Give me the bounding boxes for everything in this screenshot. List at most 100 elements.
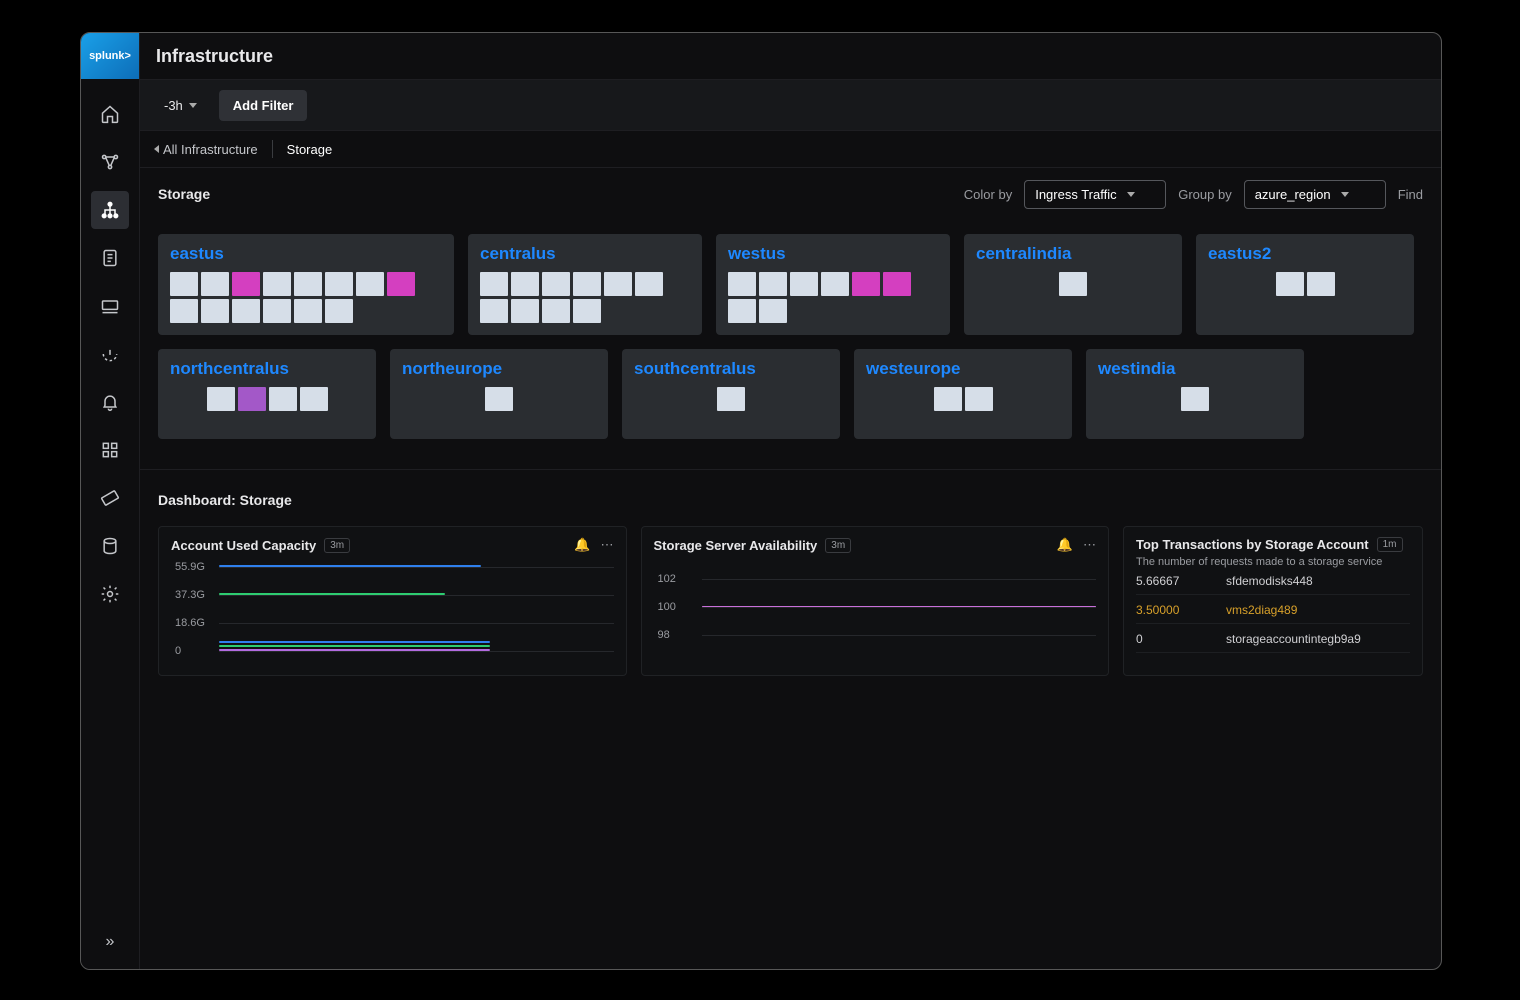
storage-cell[interactable] (232, 272, 260, 296)
nav-infrastructure[interactable] (91, 191, 129, 229)
nav-doc[interactable] (91, 239, 129, 277)
color-by-select[interactable]: Ingress Traffic (1024, 180, 1166, 209)
storage-cell[interactable] (356, 272, 384, 296)
region-cells (634, 387, 828, 411)
region-title[interactable]: westindia (1098, 359, 1292, 379)
storage-cell[interactable] (325, 272, 353, 296)
storage-cell[interactable] (1059, 272, 1087, 296)
storage-cell[interactable] (821, 272, 849, 296)
nav-server[interactable] (91, 287, 129, 325)
storage-cell[interactable] (1276, 272, 1304, 296)
time-range-picker[interactable]: -3h (154, 92, 207, 119)
nav-alert[interactable] (91, 335, 129, 373)
capacity-chart[interactable]: 55.9G 37.3G 18.6G 0 (171, 561, 614, 661)
region-card-centralus[interactable]: centralus (468, 234, 702, 335)
more-icon[interactable]: ⋯ (1083, 537, 1096, 553)
region-title[interactable]: northcentralus (170, 359, 364, 379)
region-title[interactable]: southcentralus (634, 359, 828, 379)
storage-cell[interactable] (717, 387, 745, 411)
find-button[interactable]: Find (1398, 187, 1423, 202)
storage-cell[interactable] (387, 272, 415, 296)
storage-cell[interactable] (1181, 387, 1209, 411)
storage-cell[interactable] (201, 272, 229, 296)
nav-home[interactable] (91, 95, 129, 133)
availability-chart[interactable]: 102 100 98 (654, 561, 1097, 661)
storage-cell[interactable] (542, 272, 570, 296)
storage-cell[interactable] (170, 299, 198, 323)
storage-cell[interactable] (269, 387, 297, 411)
add-filter-button[interactable]: Add Filter (219, 90, 308, 121)
storage-cell[interactable] (201, 299, 229, 323)
storage-cell[interactable] (934, 387, 962, 411)
storage-cell[interactable] (759, 272, 787, 296)
transaction-row[interactable]: 3.50000vms2diag489 (1136, 603, 1410, 624)
storage-cell[interactable] (300, 387, 328, 411)
storage-cell[interactable] (573, 272, 601, 296)
storage-cell[interactable] (604, 272, 632, 296)
region-title[interactable]: eastus2 (1208, 244, 1402, 264)
region-card-eastus2[interactable]: eastus2 (1196, 234, 1414, 335)
storage-cell[interactable] (728, 299, 756, 323)
region-card-westindia[interactable]: westindia (1086, 349, 1304, 439)
storage-cell[interactable] (511, 299, 539, 323)
region-title[interactable]: westus (728, 244, 938, 264)
region-card-northeurope[interactable]: northeurope (390, 349, 608, 439)
storage-cell[interactable] (170, 272, 198, 296)
storage-cell[interactable] (480, 272, 508, 296)
storage-cell[interactable] (1307, 272, 1335, 296)
storage-cell[interactable] (207, 387, 235, 411)
storage-cell[interactable] (759, 299, 787, 323)
region-card-eastus[interactable]: eastus (158, 234, 454, 335)
nav-grid[interactable] (91, 431, 129, 469)
breadcrumb-back[interactable]: All Infrastructure (154, 142, 258, 157)
transaction-row[interactable]: 5.66667sfdemodisks448 (1136, 574, 1410, 595)
storage-cell[interactable] (294, 272, 322, 296)
storage-cell[interactable] (485, 387, 513, 411)
region-card-westeurope[interactable]: westeurope (854, 349, 1072, 439)
region-title[interactable]: westeurope (866, 359, 1060, 379)
region-card-centralindia[interactable]: centralindia (964, 234, 1182, 335)
more-icon[interactable]: ⋯ (601, 537, 614, 553)
storage-cell[interactable] (294, 299, 322, 323)
storage-cell[interactable] (852, 272, 880, 296)
region-card-southcentralus[interactable]: southcentralus (622, 349, 840, 439)
nav-ruler[interactable] (91, 479, 129, 517)
region-title[interactable]: northeurope (402, 359, 596, 379)
region-title[interactable]: centralus (480, 244, 690, 264)
storage-cell[interactable] (965, 387, 993, 411)
region-title[interactable]: eastus (170, 244, 442, 264)
nav-graph[interactable] (91, 143, 129, 181)
storage-cell[interactable] (573, 299, 601, 323)
storage-cell[interactable] (728, 272, 756, 296)
nav-db[interactable] (91, 527, 129, 565)
interval-badge: 3m (825, 538, 851, 553)
storage-cell[interactable] (232, 299, 260, 323)
storage-cell[interactable] (542, 299, 570, 323)
region-card-northcentralus[interactable]: northcentralus (158, 349, 376, 439)
storage-cell[interactable] (511, 272, 539, 296)
region-title[interactable]: centralindia (976, 244, 1170, 264)
nav-settings[interactable] (91, 575, 129, 613)
server-icon (100, 296, 120, 316)
storage-cell[interactable] (883, 272, 911, 296)
storage-cell[interactable] (635, 272, 663, 296)
bell-icon[interactable]: 🔔 (1057, 537, 1073, 553)
storage-cell[interactable] (263, 272, 291, 296)
transaction-row[interactable]: 0storageaccountintegb9a9 (1136, 632, 1410, 653)
storage-cell[interactable] (263, 299, 291, 323)
group-by-label: Group by (1178, 187, 1231, 202)
transaction-value: 3.50000 (1136, 603, 1196, 617)
ruler-icon (100, 488, 120, 508)
nav-bell[interactable] (91, 383, 129, 421)
group-by-select[interactable]: azure_region (1244, 180, 1386, 209)
ytick: 37.3G (175, 589, 205, 601)
storage-cell[interactable] (790, 272, 818, 296)
sidebar-expand[interactable]: » (91, 923, 129, 961)
transaction-name: storageaccountintegb9a9 (1226, 632, 1361, 646)
storage-cell[interactable] (325, 299, 353, 323)
splunk-logo[interactable]: splunk> (81, 33, 139, 79)
storage-cell[interactable] (480, 299, 508, 323)
region-card-westus[interactable]: westus (716, 234, 950, 335)
storage-cell[interactable] (238, 387, 266, 411)
bell-icon[interactable]: 🔔 (574, 537, 590, 553)
